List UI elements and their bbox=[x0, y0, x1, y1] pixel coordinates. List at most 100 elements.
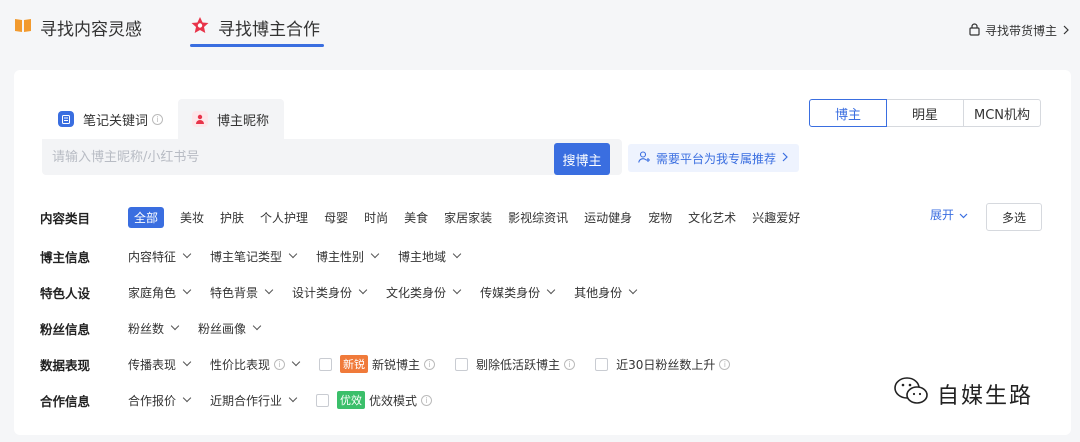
filter-dropdown[interactable]: 博主地域 bbox=[398, 248, 462, 265]
dropdown-label: 博主性别 bbox=[316, 249, 365, 264]
chevron-down-icon bbox=[288, 249, 298, 259]
filter-dropdown[interactable]: 特色背景 bbox=[210, 284, 274, 301]
new-tag-badge: 新锐 bbox=[340, 355, 369, 373]
chevron-down-icon bbox=[628, 285, 638, 295]
multi-select-button[interactable]: 多选 bbox=[986, 203, 1042, 231]
row-label: 内容类目 bbox=[40, 210, 91, 226]
data-performance-row: 数据表现 传播表现 性价比表现 i 新锐 新锐博主 i 剔除低活跃博主 i 近30日粉丝… bbox=[40, 353, 750, 375]
category-row: 内容类目 全部 美妆 护肤 个人护理 母婴 时尚 美食 家居家装 影视综资讯 运… bbox=[40, 206, 816, 228]
info-icon[interactable]: i bbox=[424, 358, 436, 370]
search-box bbox=[42, 139, 622, 175]
efficient-tag-badge: 优效 bbox=[337, 391, 366, 409]
checkbox-label: 新锐博主 bbox=[372, 357, 421, 372]
search-tab-label: 笔记关键词 bbox=[83, 113, 149, 129]
filter-dropdown[interactable]: 合作报价 bbox=[128, 392, 192, 409]
filter-dropdown[interactable]: 博主性别 bbox=[316, 248, 380, 265]
filter-dropdown[interactable]: 博主笔记类型 bbox=[210, 248, 298, 265]
recommend-button[interactable]: 需要平台为我专属推荐 bbox=[628, 144, 800, 172]
expand-button[interactable]: 展开 bbox=[930, 206, 968, 223]
search-tab-label: 博主昵称 bbox=[217, 113, 270, 129]
watermark: 自媒生路 bbox=[893, 376, 1033, 412]
checkbox-label: 剔除低活跃博主 bbox=[476, 357, 561, 372]
category-item[interactable]: 个人护理 bbox=[260, 209, 308, 226]
find-sales-blogger-link[interactable]: 寻找带货博主 bbox=[969, 22, 1070, 39]
active-tab-indicator bbox=[190, 44, 324, 47]
dropdown-label: 其他身份 bbox=[574, 285, 623, 300]
filter-dropdown[interactable]: 设计类身份 bbox=[292, 284, 368, 301]
category-item[interactable]: 母婴 bbox=[324, 209, 348, 226]
filter-dropdown[interactable]: 粉丝数 bbox=[128, 320, 180, 337]
top-header: 寻找内容灵感 寻找博主合作 寻找带货博主 bbox=[0, 0, 1080, 62]
watermark-text: 自媒生路 bbox=[937, 384, 1034, 409]
dropdown-label: 特色背景 bbox=[210, 285, 259, 300]
dropdown-label: 内容特征 bbox=[128, 249, 177, 264]
chevron-down-icon bbox=[252, 321, 262, 331]
category-item[interactable]: 家居家装 bbox=[444, 209, 492, 226]
checkbox-label: 近30日粉丝数上升 bbox=[616, 357, 716, 372]
category-item[interactable]: 宠物 bbox=[648, 209, 672, 226]
dropdown-label: 文化类身份 bbox=[386, 285, 447, 300]
filter-dropdown[interactable]: 近期合作行业 bbox=[210, 392, 298, 409]
segment-blogger[interactable]: 博主 bbox=[809, 99, 887, 127]
dropdown-label: 粉丝画像 bbox=[198, 321, 247, 336]
dropdown-label: 粉丝数 bbox=[128, 321, 165, 336]
expand-label: 展开 bbox=[930, 208, 955, 222]
filter-dropdown[interactable]: 内容特征 bbox=[128, 248, 192, 265]
search-input[interactable] bbox=[42, 139, 542, 175]
chevron-down-icon bbox=[358, 285, 368, 295]
category-item[interactable]: 美妆 bbox=[180, 209, 204, 226]
filter-dropdown[interactable]: 性价比表现 i bbox=[210, 356, 301, 373]
tab-content-inspiration[interactable]: 寻找内容灵感 bbox=[14, 14, 142, 40]
info-icon[interactable]: i bbox=[719, 358, 731, 370]
chevron-down-icon bbox=[182, 249, 192, 259]
exclude-inactive-checkbox[interactable]: 剔除低活跃博主 i bbox=[455, 356, 576, 373]
category-item[interactable]: 影视综资讯 bbox=[508, 209, 568, 226]
info-icon[interactable]: i bbox=[564, 358, 576, 370]
chevron-down-icon bbox=[182, 393, 192, 403]
efficient-mode-checkbox[interactable]: 优效 优效模式 i bbox=[316, 391, 433, 409]
filter-dropdown[interactable]: 粉丝画像 bbox=[198, 320, 262, 337]
category-item[interactable]: 护肤 bbox=[220, 209, 244, 226]
new-blogger-checkbox[interactable]: 新锐 新锐博主 i bbox=[319, 355, 436, 373]
search-tab-keyword[interactable]: 笔记关键词 i bbox=[44, 99, 177, 139]
category-item[interactable]: 文化艺术 bbox=[688, 209, 736, 226]
fans-row: 粉丝信息 粉丝数 粉丝画像 bbox=[40, 317, 280, 339]
checkbox[interactable] bbox=[316, 393, 330, 407]
info-icon[interactable]: i bbox=[152, 113, 164, 125]
chevron-right-icon bbox=[1062, 24, 1070, 38]
checkbox[interactable] bbox=[595, 357, 609, 371]
info-icon[interactable]: i bbox=[421, 394, 433, 406]
segment-mcn[interactable]: MCN机构 bbox=[963, 99, 1041, 127]
search-tab-nickname[interactable]: 博主昵称 bbox=[178, 99, 284, 139]
fans-growth-checkbox[interactable]: 近30日粉丝数上升 i bbox=[595, 356, 731, 373]
category-item[interactable]: 时尚 bbox=[364, 209, 388, 226]
filter-dropdown[interactable]: 家庭角色 bbox=[128, 284, 192, 301]
category-item[interactable]: 运动健身 bbox=[584, 209, 632, 226]
info-icon[interactable]: i bbox=[274, 358, 286, 370]
tab-label: 寻找博主合作 bbox=[218, 19, 320, 40]
row-label: 数据表现 bbox=[40, 357, 91, 373]
filter-dropdown[interactable]: 其他身份 bbox=[574, 284, 638, 301]
wechat-icon bbox=[893, 376, 929, 412]
row-label: 粉丝信息 bbox=[40, 321, 91, 337]
category-all[interactable]: 全部 bbox=[128, 206, 165, 228]
row-label: 合作信息 bbox=[40, 393, 91, 409]
checkbox[interactable] bbox=[455, 357, 469, 371]
search-button[interactable]: 搜博主 bbox=[554, 143, 610, 175]
checkbox[interactable] bbox=[319, 357, 333, 371]
tab-blogger-cooperation[interactable]: 寻找博主合作 bbox=[190, 14, 320, 40]
note-icon bbox=[58, 111, 74, 127]
chevron-down-icon bbox=[546, 285, 556, 295]
chevron-down-icon bbox=[370, 249, 380, 259]
user-icon bbox=[192, 111, 208, 127]
category-item[interactable]: 兴趣爱好 bbox=[752, 209, 800, 226]
filter-dropdown[interactable]: 文化类身份 bbox=[386, 284, 462, 301]
dropdown-label: 传媒类身份 bbox=[480, 285, 541, 300]
category-item[interactable]: 美食 bbox=[404, 209, 428, 226]
filter-dropdown[interactable]: 传媒类身份 bbox=[480, 284, 556, 301]
filter-dropdown[interactable]: 传播表现 bbox=[128, 356, 192, 373]
recommend-label: 需要平台为我专属推荐 bbox=[656, 151, 777, 166]
role-segmented-control: 博主 明星 MCN机构 bbox=[809, 99, 1041, 127]
segment-celebrity[interactable]: 明星 bbox=[886, 99, 964, 127]
dropdown-label: 传播表现 bbox=[128, 357, 177, 372]
